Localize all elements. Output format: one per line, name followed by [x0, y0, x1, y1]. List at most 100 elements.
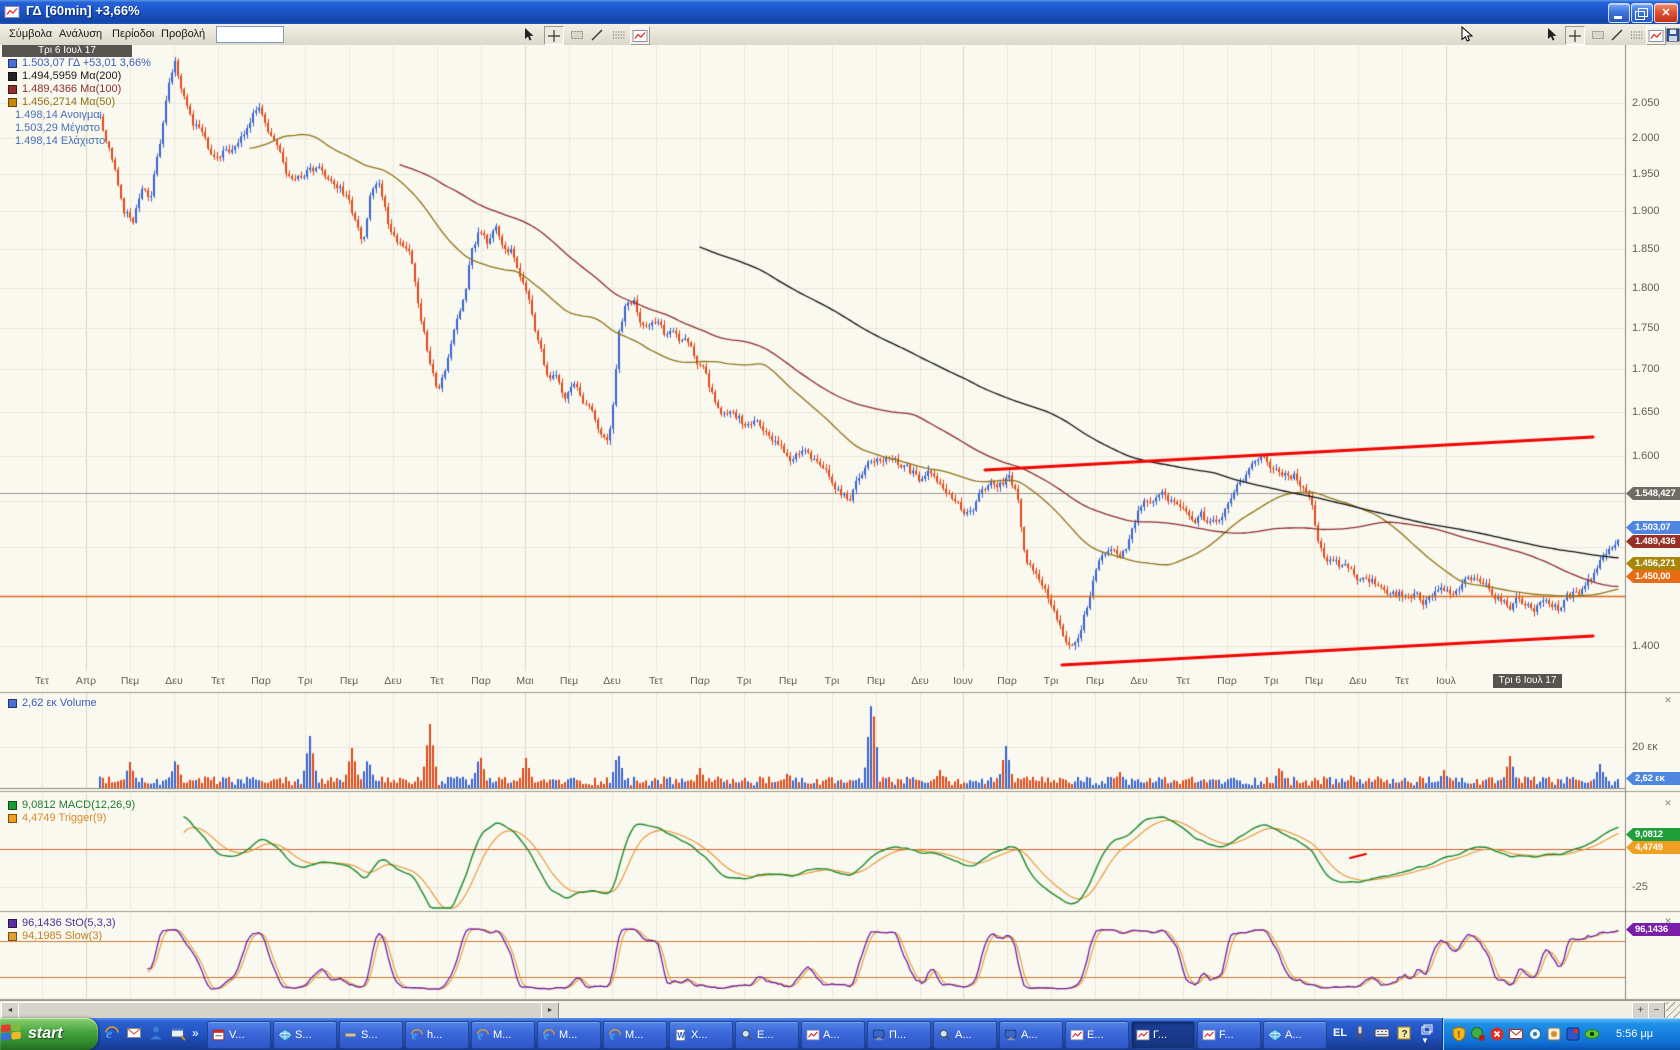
task-button-label: A... — [1285, 1029, 1302, 1041]
macd-scale-tick: -25 — [1632, 881, 1648, 893]
quick-launch-mail-icon[interactable] — [126, 1025, 144, 1043]
price-tick: 1.600 — [1632, 450, 1660, 462]
price-tick: 1.850 — [1632, 243, 1660, 255]
date-tick: Δευ — [595, 675, 629, 687]
macd-badge: 4,4749 — [1626, 841, 1680, 854]
quick-launch-chevron-icon[interactable]: » — [192, 1026, 199, 1040]
taskbar: start » ! 5:56 μμ eV...S...S...eh...eM..… — [0, 1018, 1680, 1050]
mail-notifier-icon[interactable] — [1508, 1026, 1524, 1042]
start-button[interactable]: start — [0, 1018, 98, 1050]
price-tick: 1.900 — [1632, 205, 1660, 217]
task-button-label: M... — [493, 1029, 511, 1041]
svg-text:!: ! — [1457, 1030, 1460, 1040]
task-button-label: E... — [1087, 1029, 1104, 1041]
task-button[interactable]: Γ... — [1131, 1021, 1195, 1049]
task-button[interactable]: S... — [273, 1021, 337, 1049]
task-button[interactable]: eh... — [405, 1021, 469, 1049]
legend-text: 1.489,4366 Μα(100) — [22, 83, 121, 95]
date-tick: Δευ — [157, 675, 191, 687]
date-tick: Τετ — [639, 675, 673, 687]
microphone-icon[interactable] — [1352, 1025, 1368, 1041]
help-icon[interactable]: ? — [1396, 1025, 1412, 1041]
price-tick: 1.800 — [1632, 282, 1660, 294]
quick-launch-show-desktop-icon[interactable] — [170, 1025, 188, 1043]
spybot-icon[interactable] — [1527, 1026, 1543, 1042]
nod32-icon[interactable] — [1546, 1026, 1562, 1042]
price-tick: 1.750 — [1632, 322, 1660, 334]
task-button[interactable]: A... — [801, 1021, 865, 1049]
task-button[interactable]: V... — [207, 1021, 271, 1049]
date-tick: Δευ — [1122, 675, 1156, 687]
legend-square-icon — [8, 699, 17, 708]
scrollbar-thumb[interactable] — [18, 1002, 542, 1019]
legend-square-icon — [8, 801, 17, 810]
zoom-in-button[interactable]: + — [1632, 1002, 1649, 1019]
resize-grip[interactable] — [1666, 1002, 1680, 1018]
magnifier-icon — [740, 1028, 754, 1042]
legend-text: 1.498,14 Ελάχιστο — [15, 135, 105, 147]
chart-icon — [806, 1028, 820, 1042]
task-button[interactable]: E... — [1065, 1021, 1129, 1049]
task-button[interactable]: S... — [339, 1021, 403, 1049]
task-button[interactable]: eM... — [537, 1021, 601, 1049]
ie-icon: e — [410, 1028, 424, 1042]
legend-text: 4,4749 Trigger(9) — [22, 812, 106, 824]
globe-icon — [278, 1028, 292, 1042]
chart-overlays: Τρι 6 Ιουλ 171.503,07 ΓΔ +53,01 3,66%1.4… — [0, 0, 1680, 1050]
task-button[interactable]: E... — [735, 1021, 799, 1049]
chart-icon — [1202, 1028, 1216, 1042]
task-button[interactable]: Π... — [867, 1021, 931, 1049]
language-bar-options-chevron-icon[interactable]: ▼ — [1421, 1036, 1429, 1045]
task-button[interactable]: eM... — [471, 1021, 535, 1049]
price-tick: 1.700 — [1632, 363, 1660, 375]
scroll-right-button[interactable]: ► — [541, 1002, 559, 1019]
task-button[interactable]: A... — [933, 1021, 997, 1049]
price-tick: 1.650 — [1632, 406, 1660, 418]
security-shield-icon[interactable]: ! — [1451, 1026, 1467, 1042]
chart-icon — [1070, 1028, 1084, 1042]
date-tick: Τετ — [25, 675, 59, 687]
date-tick: Πεμ — [113, 675, 147, 687]
task-button[interactable]: F... — [1197, 1021, 1261, 1049]
task-button-label: V... — [229, 1029, 245, 1041]
legend-row: 1.498,14 Ανοιγμα — [8, 109, 100, 121]
scroll-left-button[interactable]: ◄ — [1, 1002, 19, 1019]
stoch-pane-close-icon[interactable]: ✕ — [1662, 915, 1674, 927]
quick-launch-ie-icon[interactable]: e — [104, 1025, 122, 1043]
stoch-legend-row: 94,1985 Slow(3) — [8, 930, 102, 942]
volume-pane-close-icon[interactable]: ✕ — [1662, 694, 1674, 706]
zoom-out-button[interactable]: − — [1648, 1002, 1665, 1019]
language-indicator[interactable]: EL — [1333, 1027, 1347, 1039]
antivirus-green-icon[interactable] — [1470, 1026, 1486, 1042]
date-tick: Τετ — [1166, 675, 1200, 687]
legend-square-icon — [8, 932, 17, 941]
globe-icon — [1268, 1028, 1282, 1042]
nview-eye-icon[interactable] — [1584, 1026, 1600, 1042]
date-tick: Παρ — [1210, 675, 1244, 687]
task-button[interactable]: A... — [1263, 1021, 1327, 1049]
legend-row: 1.503,07 ΓΔ +53,01 3,66% — [8, 57, 151, 69]
macd-pane-close-icon[interactable]: ✕ — [1662, 797, 1674, 809]
horizontal-scrollbar[interactable]: ◄ ► + − — [0, 1000, 1680, 1019]
task-button[interactable]: A... — [999, 1021, 1063, 1049]
alert-red-icon[interactable] — [1489, 1026, 1505, 1042]
svg-text:?: ? — [1402, 1029, 1408, 1040]
task-button[interactable]: WX... — [669, 1021, 733, 1049]
application-window: ΓΔ [60min] +3,66% ΣύμβολαΑνάλυσηΠερίοδοι… — [0, 0, 1680, 1050]
date-tick: Τρι — [815, 675, 849, 687]
date-tick: Τρι — [288, 675, 322, 687]
ie-icon: e — [476, 1028, 490, 1042]
task-button[interactable]: eM... — [603, 1021, 667, 1049]
date-tick: Τετ — [201, 675, 235, 687]
date-tick: Τρι — [1034, 675, 1068, 687]
price-badge: 1.450,00 — [1626, 570, 1680, 583]
start-label: start — [28, 1025, 63, 1043]
magnifier-icon — [938, 1028, 952, 1042]
legend-square-icon — [8, 919, 17, 928]
date-tick: Παρ — [990, 675, 1024, 687]
update-blue-icon[interactable] — [1565, 1026, 1581, 1042]
date-tick: Πεμ — [1078, 675, 1112, 687]
chart-icon — [1136, 1028, 1150, 1042]
quick-launch-messenger-icon[interactable] — [148, 1025, 166, 1043]
keyboard-icon[interactable] — [1374, 1025, 1390, 1041]
